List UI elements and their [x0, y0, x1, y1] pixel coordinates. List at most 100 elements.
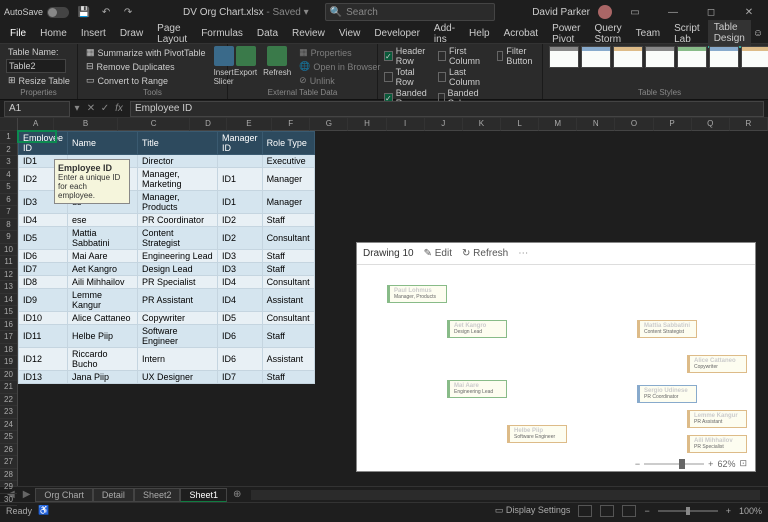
ribbon-tab-file[interactable]: File: [4, 26, 32, 41]
table-cell[interactable]: PR Assistant: [138, 289, 218, 312]
org-chart-node[interactable]: Aet KangroDesign Lead: [447, 320, 507, 338]
row-header[interactable]: 15: [0, 306, 17, 319]
formula-input[interactable]: [130, 101, 764, 117]
table-cell[interactable]: Copywriter: [138, 312, 218, 325]
column-header[interactable]: N: [577, 118, 615, 131]
table-cell[interactable]: ID1: [218, 168, 263, 191]
table-cell[interactable]: UX Designer: [138, 371, 218, 384]
table-styles-gallery[interactable]: [549, 46, 768, 68]
table-header[interactable]: Name: [68, 132, 138, 155]
row-header[interactable]: 9: [0, 231, 17, 244]
table-cell[interactable]: ID4: [19, 214, 68, 227]
row-header[interactable]: 22: [0, 394, 17, 407]
table-cell[interactable]: Helbe Piip: [68, 325, 138, 348]
ribbon-tab-page-layout[interactable]: Page Layout: [151, 21, 193, 47]
row-header[interactable]: 18: [0, 344, 17, 357]
table-cell[interactable]: Staff: [262, 263, 314, 276]
row-header[interactable]: 27: [0, 456, 17, 469]
table-cell[interactable]: Consultant: [262, 312, 314, 325]
table-cell[interactable]: ID5: [218, 312, 263, 325]
row-header[interactable]: 10: [0, 244, 17, 257]
table-cell[interactable]: ID3: [218, 263, 263, 276]
column-header[interactable]: R: [730, 118, 768, 131]
table-cell[interactable]: Staff: [262, 214, 314, 227]
ribbon-tab-insert[interactable]: Insert: [75, 26, 112, 41]
row-header[interactable]: 14: [0, 294, 17, 307]
table-cell[interactable]: ID11: [19, 325, 68, 348]
table-cell[interactable]: ID6: [19, 250, 68, 263]
table-cell[interactable]: ID12: [19, 348, 68, 371]
table-cell[interactable]: [218, 155, 263, 168]
table-cell[interactable]: Aili Mihhailov: [68, 276, 138, 289]
row-header[interactable]: 21: [0, 381, 17, 394]
horizontal-scrollbar[interactable]: [251, 490, 760, 500]
row-header[interactable]: 7: [0, 206, 17, 219]
resize-table-button[interactable]: ⊞ Resize Table: [6, 74, 71, 87]
table-header[interactable]: Title: [138, 132, 218, 155]
row-header[interactable]: 26: [0, 444, 17, 457]
table-cell[interactable]: ese: [68, 214, 138, 227]
ribbon-tab-help[interactable]: Help: [463, 26, 496, 41]
column-header[interactable]: C: [118, 118, 191, 131]
table-cell[interactable]: ID2: [218, 214, 263, 227]
column-header[interactable]: F: [272, 118, 310, 131]
first-column-checkbox[interactable]: First Column: [438, 46, 487, 66]
sheet-nav-next[interactable]: ▶: [20, 489, 34, 500]
table-cell[interactable]: Director: [138, 155, 218, 168]
last-column-checkbox[interactable]: Last Column: [438, 67, 487, 87]
column-header[interactable]: A: [18, 118, 54, 131]
row-header[interactable]: 30: [0, 494, 17, 507]
column-header[interactable]: G: [310, 118, 348, 131]
row-header[interactable]: 5: [0, 181, 17, 194]
table-name-input[interactable]: [6, 59, 66, 73]
table-cell[interactable]: Assistant: [262, 348, 314, 371]
row-header[interactable]: 24: [0, 419, 17, 432]
column-header[interactable]: E: [227, 118, 272, 131]
org-chart-node[interactable]: Aili MihhailovPR Specialist: [687, 435, 747, 453]
ribbon-tab-data[interactable]: Data: [251, 26, 284, 41]
namebox-dropdown-icon[interactable]: ▾: [70, 103, 84, 114]
sheet-tab-detail[interactable]: Detail: [93, 488, 134, 502]
column-header[interactable]: O: [615, 118, 653, 131]
ribbon-tab-acrobat[interactable]: Acrobat: [498, 26, 544, 41]
edit-drawing-button[interactable]: ✎ Edit: [424, 248, 452, 259]
sheet-tab-org chart[interactable]: Org Chart: [35, 488, 93, 502]
column-header[interactable]: B: [54, 118, 118, 131]
column-header[interactable]: K: [463, 118, 501, 131]
row-header[interactable]: 17: [0, 331, 17, 344]
zoom-fit-icon[interactable]: ⊡: [739, 458, 747, 469]
normal-view-button[interactable]: [578, 505, 592, 517]
row-header[interactable]: 12: [0, 269, 17, 282]
drawing-pane[interactable]: Drawing 10 ✎ Edit ↻ Refresh ⋯ Aili Mihha…: [356, 242, 756, 472]
org-chart-node[interactable]: Alice CattaneoCopywriter: [687, 355, 747, 373]
row-header[interactable]: 8: [0, 219, 17, 232]
table-cell[interactable]: Mattia Sabbatini: [68, 227, 138, 250]
column-header[interactable]: L: [501, 118, 539, 131]
accessibility-icon[interactable]: ♿: [38, 505, 49, 516]
summarize-pivot-button[interactable]: ▦ Summarize with PivotTable: [84, 46, 208, 59]
row-header[interactable]: 13: [0, 281, 17, 294]
table-header[interactable]: Role Type: [262, 132, 314, 155]
row-header[interactable]: 20: [0, 369, 17, 382]
total-row-checkbox[interactable]: Total Row: [384, 67, 428, 87]
table-cell[interactable]: ID4: [218, 276, 263, 289]
org-chart-node[interactable]: Paul LohmusManager, Products: [387, 285, 447, 303]
enter-icon[interactable]: ✓: [98, 103, 112, 114]
sheet-tab-sheet2[interactable]: Sheet2: [134, 488, 181, 502]
table-cell[interactable]: Content Strategist: [138, 227, 218, 250]
column-header[interactable]: Q: [692, 118, 730, 131]
undo-icon[interactable]: ↶: [99, 5, 113, 19]
export-button[interactable]: Export: [234, 46, 257, 77]
user-name[interactable]: David Parker: [532, 7, 590, 18]
cancel-icon[interactable]: ✕: [84, 103, 98, 114]
table-cell[interactable]: Manager, Marketing: [138, 168, 218, 191]
table-cell[interactable]: ID1: [218, 191, 263, 214]
ribbon-tab-view[interactable]: View: [333, 26, 367, 41]
ribbon-mode-icon[interactable]: ▭: [620, 2, 650, 22]
table-cell[interactable]: ID7: [218, 371, 263, 384]
column-header[interactable]: D: [190, 118, 226, 131]
table-cell[interactable]: Engineering Lead: [138, 250, 218, 263]
table-cell[interactable]: Manager: [262, 191, 314, 214]
add-sheet-button[interactable]: ⊕: [229, 489, 245, 500]
zoom-out-button[interactable]: −: [644, 506, 649, 516]
